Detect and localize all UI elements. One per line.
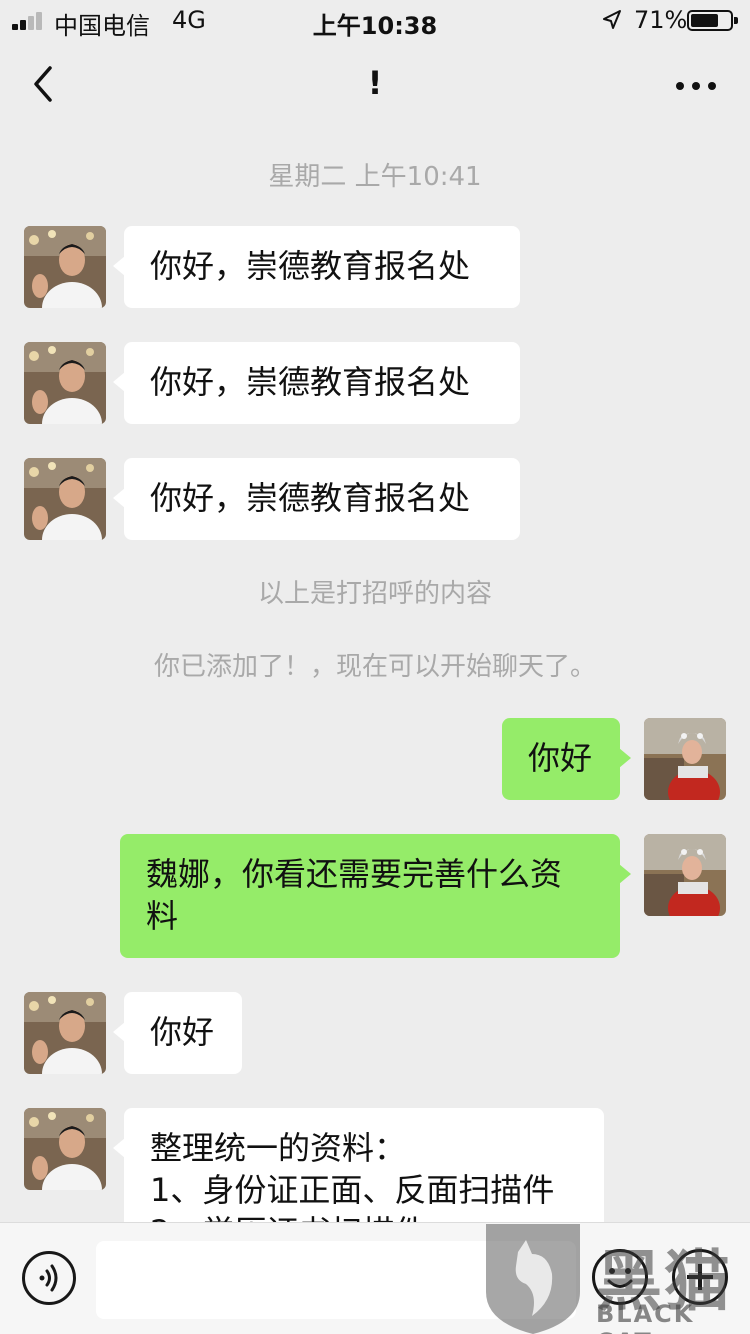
chat-timestamp: 星期二 上午10:41 bbox=[268, 162, 482, 192]
message-bubble[interactable]: 你好，崇德教育报名处 bbox=[113, 458, 520, 540]
message-text: 1、身份证正面、反面扫描件 bbox=[150, 1171, 555, 1209]
status-bar: 中国电信 4G 上午10:38 71% bbox=[0, 0, 750, 40]
message-bubble[interactable]: 你好，崇德教育报名处 bbox=[113, 342, 520, 424]
message-text: 整理统一的资料： bbox=[150, 1129, 407, 1167]
message-text: 你好 bbox=[150, 1013, 215, 1051]
location-arrow-icon bbox=[603, 10, 621, 29]
my-avatar[interactable] bbox=[644, 718, 726, 800]
nav-bar: ! bbox=[0, 44, 750, 124]
contact-avatar[interactable] bbox=[24, 1108, 106, 1190]
message-bubble[interactable]: 你好 bbox=[502, 718, 631, 800]
added-friend-note: 你已添加了！，现在可以开始聊天了。 bbox=[153, 652, 596, 682]
message-input[interactable] bbox=[96, 1241, 576, 1319]
message-text: 你好，崇德教育报名处 bbox=[150, 247, 471, 285]
greeting-note: 以上是打招呼的内容 bbox=[257, 579, 492, 609]
contact-avatar[interactable] bbox=[24, 226, 106, 308]
contact-avatar[interactable] bbox=[24, 342, 106, 424]
contact-avatar[interactable] bbox=[24, 992, 106, 1074]
message-bubble[interactable]: 你好，崇德教育报名处 bbox=[113, 226, 520, 308]
input-bar bbox=[0, 1222, 750, 1334]
message-text: 你好，崇德教育报名处 bbox=[150, 479, 471, 517]
message-text: 你好，崇德教育报名处 bbox=[150, 363, 471, 401]
message-text: 魏娜，你看还需要完善什么资 bbox=[146, 855, 563, 893]
more-dots-icon[interactable] bbox=[668, 64, 724, 104]
emoji-icon[interactable] bbox=[592, 1249, 648, 1305]
contact-avatar[interactable] bbox=[24, 458, 106, 540]
message-text: 料 bbox=[146, 897, 179, 935]
voice-icon[interactable] bbox=[22, 1251, 76, 1305]
chat-title: ! bbox=[367, 64, 383, 102]
plus-icon[interactable] bbox=[672, 1249, 728, 1305]
battery-fill bbox=[691, 14, 718, 27]
message-text: 你好 bbox=[528, 739, 593, 777]
message-bubble[interactable]: 你好 bbox=[113, 992, 242, 1074]
my-avatar[interactable] bbox=[644, 834, 726, 916]
message-bubble[interactable]: 魏娜，你看还需要完善什么资 料 bbox=[120, 834, 631, 958]
battery-icon bbox=[687, 10, 738, 31]
battery-percentage: 71% bbox=[634, 6, 688, 34]
